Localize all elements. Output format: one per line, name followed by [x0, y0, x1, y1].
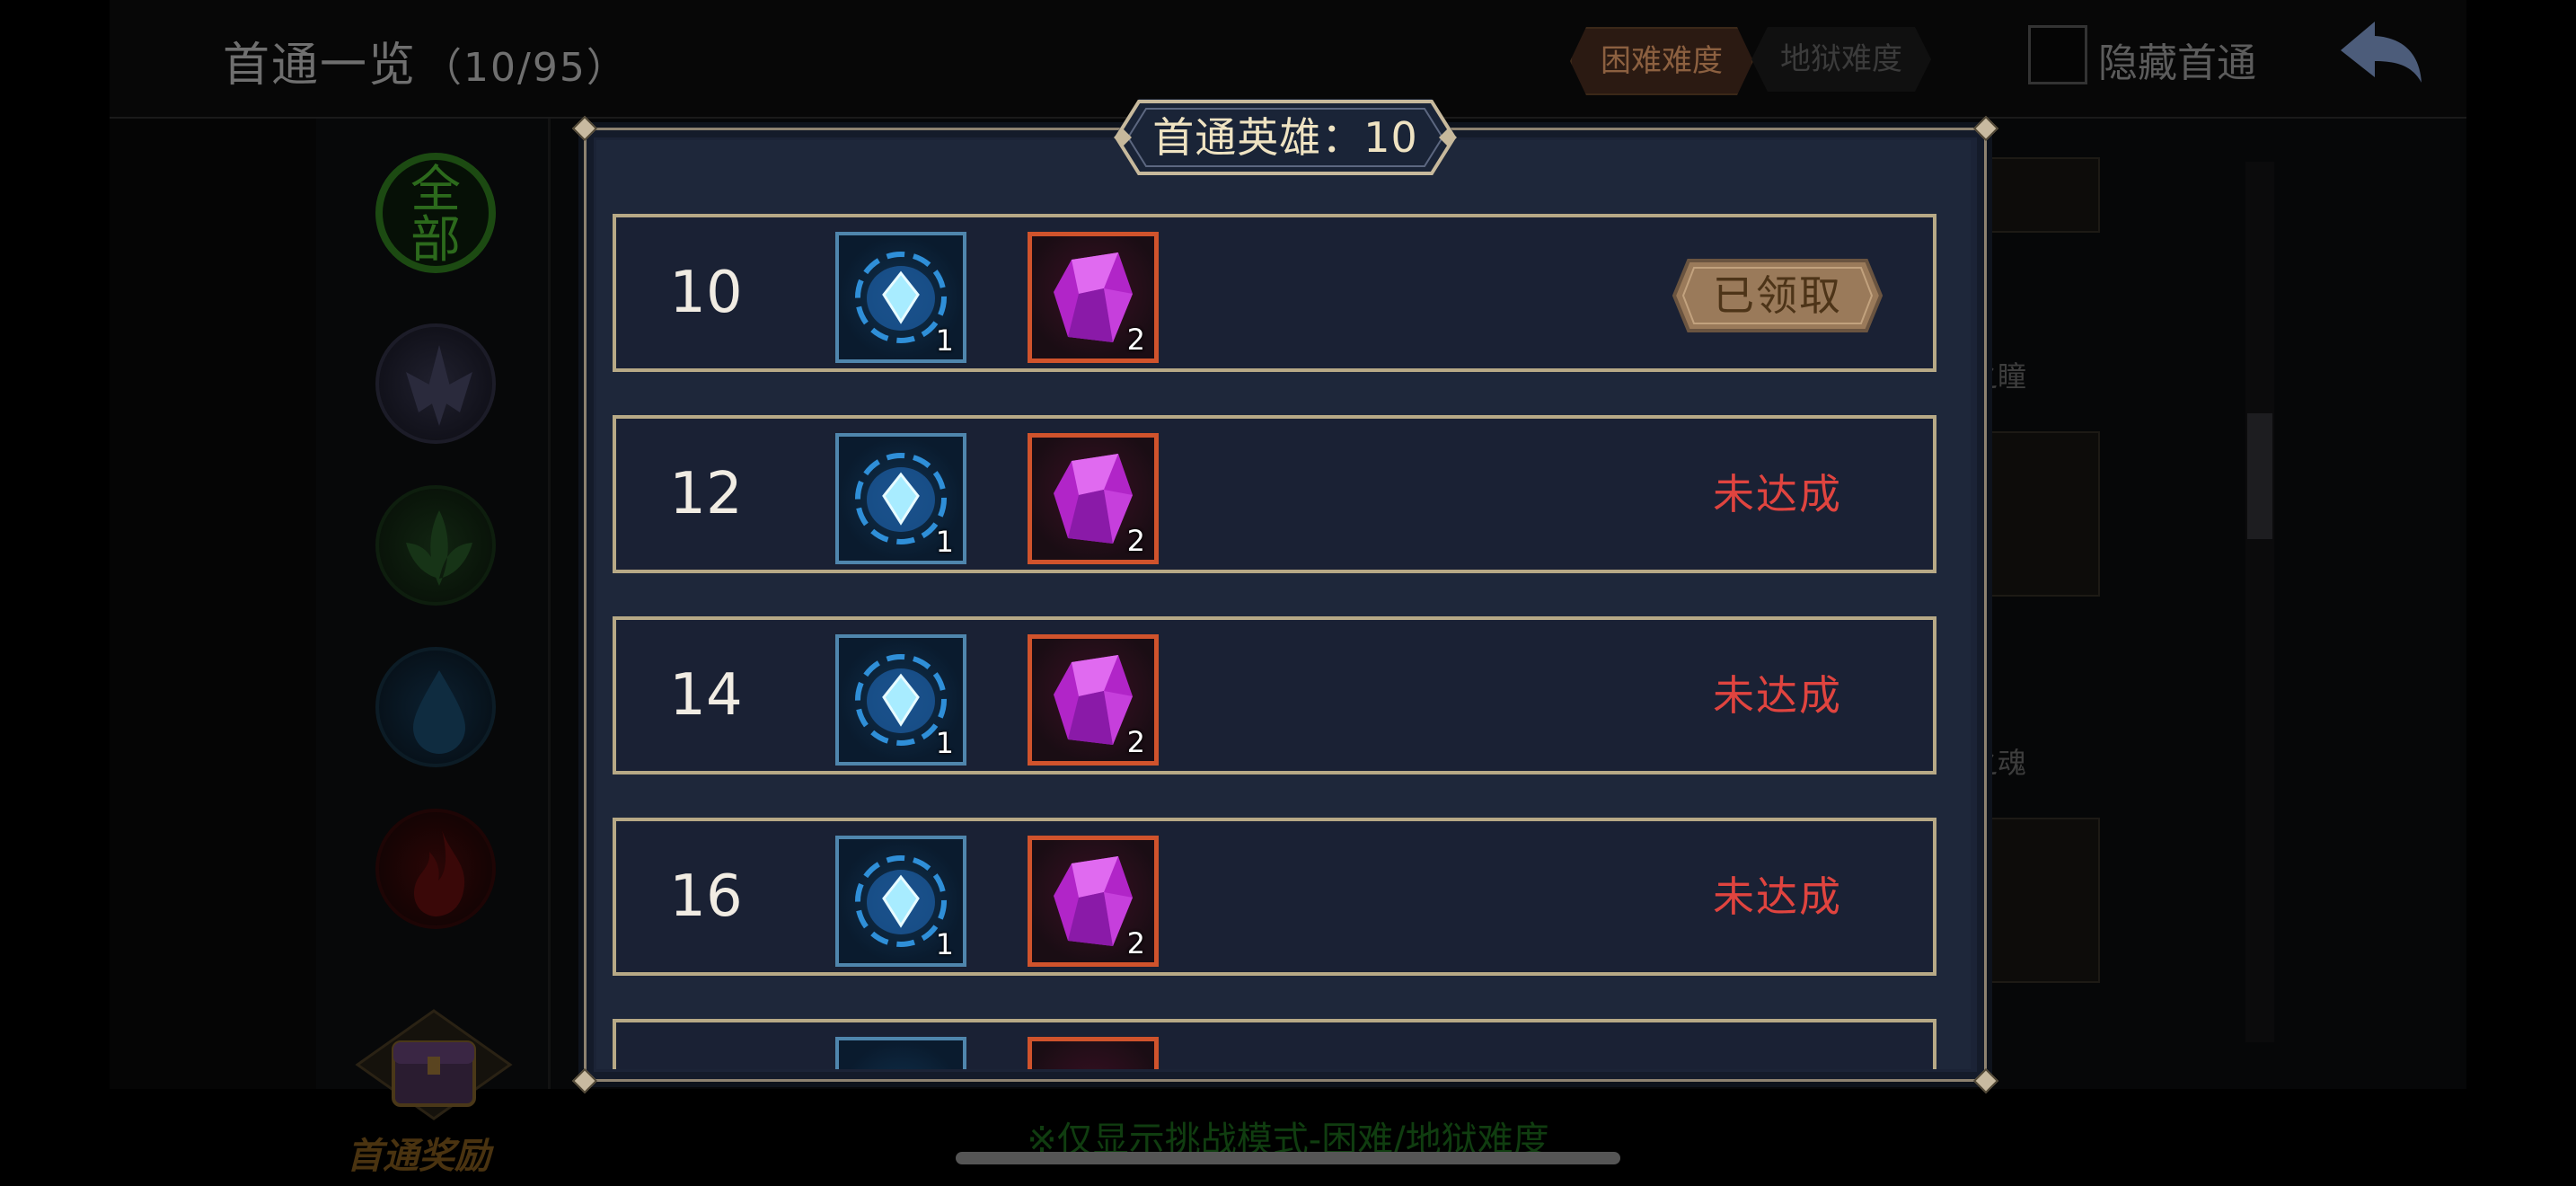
tab-hell-difficulty[interactable]: 地狱难度 — [1751, 27, 1931, 92]
sidebar — [110, 119, 319, 1089]
blue-crystal-icon[interactable]: 1 — [835, 232, 966, 363]
reward-row: 10 1 2 已领取 — [613, 214, 1936, 372]
purple-gem-icon[interactable] — [1028, 1037, 1159, 1069]
row-level: 14 — [669, 662, 743, 729]
blue-crystal-icon[interactable]: 1 — [835, 836, 966, 967]
home-indicator[interactable] — [956, 1152, 1620, 1164]
modal-title-plate: 首通英雄：10 — [1114, 99, 1457, 176]
hide-cleared-label: 隐藏首通 — [2098, 40, 2256, 86]
first-clear-reward-modal: 10 1 2 已领取 12 1 2 未达成 14 1 2 未达成 16 1 2 … — [571, 128, 1999, 1094]
row-level: 12 — [669, 461, 743, 527]
row-level: 10 — [669, 260, 743, 326]
reward-row: 12 1 2 未达成 — [613, 415, 1936, 573]
reward-row: 14 1 2 未达成 — [613, 616, 1936, 774]
background-hero-card — [1985, 818, 2100, 983]
category-fire-icon[interactable] — [375, 809, 496, 929]
category-water-icon[interactable] — [375, 647, 496, 767]
category-dark-icon[interactable] — [375, 323, 496, 444]
reward-row: 16 1 2 未达成 — [613, 818, 1936, 976]
not-achieved-status: 未达成 — [1713, 671, 1842, 720]
row-level: 16 — [669, 863, 743, 930]
item-quantity: 2 — [1126, 524, 1145, 558]
purple-gem-icon[interactable]: 2 — [1028, 836, 1159, 967]
background-hero-card — [1985, 157, 2100, 233]
claimed-badge: 已领取 — [1671, 257, 1884, 334]
item-quantity: 2 — [1126, 323, 1145, 357]
blue-crystal-icon[interactable] — [835, 1037, 966, 1069]
item-quantity: 2 — [1126, 725, 1145, 759]
treasure-chest-icon[interactable] — [340, 1006, 528, 1123]
hide-cleared-checkbox[interactable] — [2028, 25, 2087, 84]
progress-count: （10/95） — [422, 45, 628, 91]
page-title-text: 首通一览 — [223, 39, 418, 93]
category-all-label: 全部 — [410, 161, 461, 270]
page-title: 首通一览 （10/95） — [223, 27, 628, 94]
not-achieved-status: 未达成 — [1713, 872, 1842, 921]
not-achieved-status: 未达成 — [1713, 470, 1842, 518]
blue-crystal-icon[interactable]: 1 — [835, 634, 966, 766]
item-quantity: 1 — [935, 726, 954, 760]
tab-hard-difficulty[interactable]: 困难难度 — [1570, 27, 1753, 95]
reward-list[interactable]: 10 1 2 已领取 12 1 2 未达成 14 1 2 未达成 16 1 2 … — [596, 140, 1971, 1069]
purple-gem-icon[interactable]: 2 — [1028, 232, 1159, 363]
background-hero-card — [1985, 431, 2100, 597]
blue-crystal-icon[interactable]: 1 — [835, 433, 966, 564]
item-quantity: 2 — [1126, 926, 1145, 960]
purple-gem-icon[interactable]: 2 — [1028, 433, 1159, 564]
item-quantity: 1 — [935, 323, 954, 358]
scrollbar-track[interactable] — [2245, 162, 2274, 1042]
modal-title: 首通英雄：10 — [1152, 113, 1418, 162]
claimed-text: 已领取 — [1713, 271, 1842, 320]
category-all-button[interactable]: 全部 — [375, 153, 496, 273]
back-arrow-icon[interactable] — [2335, 16, 2425, 88]
category-nature-icon[interactable] — [375, 485, 496, 606]
scrollbar-thumb[interactable] — [2247, 413, 2272, 539]
item-quantity: 1 — [935, 525, 954, 559]
purple-gem-icon[interactable]: 2 — [1028, 634, 1159, 766]
reward-row — [613, 1019, 1936, 1069]
item-quantity: 1 — [935, 927, 954, 961]
